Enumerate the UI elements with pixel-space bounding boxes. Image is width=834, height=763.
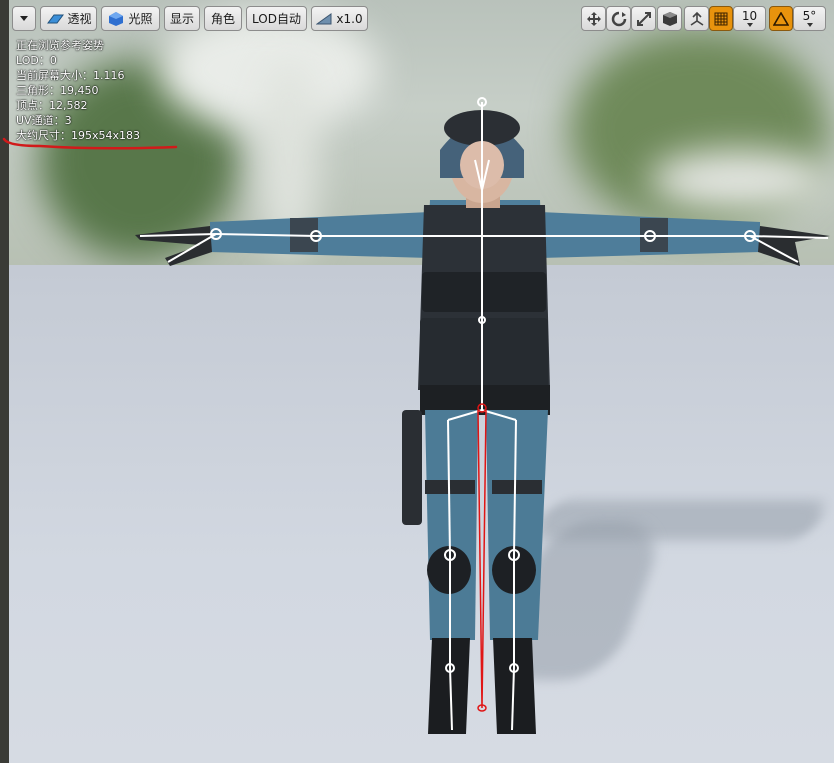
viewport[interactable]: 透视 光照 显示 角色 LOD自动 x1.0 10 5° 正在浏览参考姿势 LO… xyxy=(0,0,834,763)
red-underline-annotation xyxy=(2,137,178,150)
